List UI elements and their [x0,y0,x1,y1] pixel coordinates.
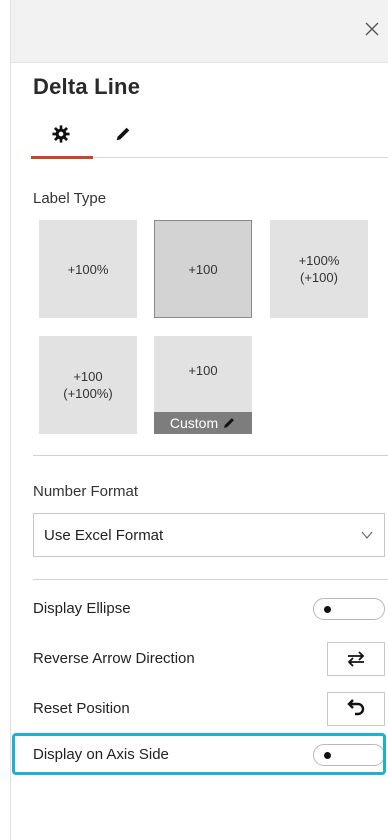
chevron-down-icon [361,531,373,539]
undo-icon [347,699,365,716]
number-format-value: Use Excel Format [44,526,164,544]
tile-subtext: (+100) [300,270,338,285]
display-ellipse-toggle[interactable] [313,598,385,620]
label-type-grid: +100% +100 +100% (+100) +100 (+100%) +10… [39,220,379,440]
reverse-arrow-row: Reverse Arrow Direction [33,640,385,676]
section-divider [33,579,388,580]
tab-divider [93,157,388,158]
label-type-tile-absolute[interactable]: +100 [154,220,252,318]
number-format-select[interactable]: Use Excel Format [33,513,385,557]
swap-arrows-icon [347,651,365,667]
tab-style[interactable] [103,114,143,154]
pen-icon [116,127,130,141]
gear-icon [52,125,70,143]
section-divider [33,455,388,456]
reset-position-row: Reset Position [33,690,385,726]
tile-text: +100% [67,261,109,277]
label-type-tile-absolute-percent[interactable]: +100 (+100%) [39,336,137,434]
close-icon [365,22,379,36]
label-type-tile-percent-absolute[interactable]: +100% (+100) [270,220,368,318]
pane-title: Delta Line [33,74,141,99]
pen-icon [224,418,235,428]
tile-subtext: (+100%) [63,386,113,401]
display-ellipse-row: Display Ellipse [33,590,385,626]
tile-text: +100 [188,363,218,378]
label-type-tile-percent[interactable]: +100% [39,220,137,318]
toggle-knob [324,606,331,613]
tile-text: +100 [73,369,103,384]
number-format-heading: Number Format [33,483,139,500]
tile-text: +100 [188,261,218,277]
active-tab-indicator [31,156,93,159]
reset-position-button[interactable] [327,692,385,726]
pane-header-bar [11,0,388,63]
close-button[interactable] [359,16,385,42]
focus-highlight [12,733,386,775]
label-type-heading: Label Type [33,190,107,207]
side-pane: Delta Line Label Type +100% +100 +100% (… [10,0,388,840]
custom-edit-bar[interactable]: Custom [154,412,252,434]
custom-label: Custom [169,414,219,431]
tab-settings[interactable] [31,114,91,154]
tile-text: +100% [298,253,340,268]
label-type-tile-custom[interactable]: +100 Custom [154,336,252,434]
reverse-arrow-button[interactable] [327,642,385,676]
tab-bar [31,114,388,162]
